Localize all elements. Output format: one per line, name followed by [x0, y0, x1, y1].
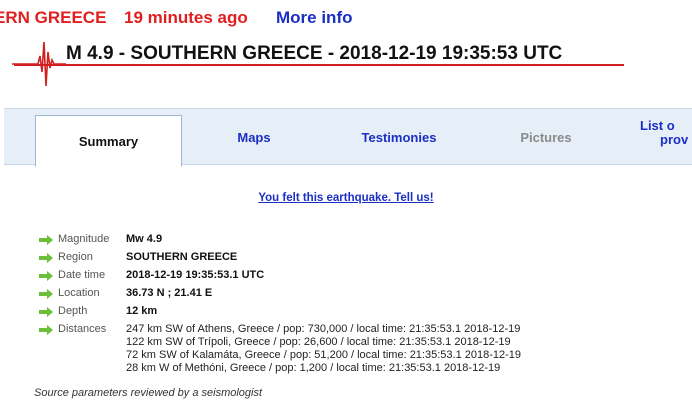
detail-row-magnitude: Magnitude Mw 4.9 [38, 233, 521, 251]
arrow-right-icon [39, 325, 53, 335]
distances-list: 247 km SW of Athens, Greece / pop: 730,0… [126, 323, 521, 375]
felt-link-container: You felt this earthquake. Tell us! [0, 188, 692, 206]
detail-value: SOUTHERN GREECE [126, 251, 238, 263]
tab-bar: Summary Maps Testimonies Pictures List o… [4, 108, 692, 167]
tab-summary-label: Summary [78, 133, 139, 149]
page-title: M 4.9 - SOUTHERN GREECE - 2018-12-19 19:… [66, 43, 563, 64]
detail-value: Mw 4.9 [126, 233, 163, 245]
detail-row-distances: Distances 247 km SW of Athens, Greece / … [38, 323, 521, 375]
arrow-right-icon [39, 289, 53, 299]
tab-maps[interactable]: Maps [194, 109, 314, 165]
detail-label: Region [58, 251, 93, 263]
tab-testimonies-label: Testimonies [361, 129, 437, 145]
detail-value: 36.73 N ; 21.41 E [126, 287, 213, 299]
distance-item: 72 km SW of Kalamáta, Greece / pop: 51,2… [126, 349, 522, 361]
arrow-right-icon [39, 253, 53, 263]
distance-item: 247 km SW of Athens, Greece / pop: 730,0… [126, 323, 521, 335]
felt-earthquake-link[interactable]: You felt this earthquake. Tell us! [258, 192, 433, 204]
tab-list-label-line2: prov [660, 132, 689, 147]
tab-pictures[interactable]: Pictures [486, 109, 606, 165]
detail-label: Date time [58, 269, 106, 281]
more-info-link[interactable]: More info [276, 8, 353, 28]
arrow-right-icon [39, 235, 53, 245]
arrow-right-icon [39, 271, 53, 281]
distance-item: 28 km W of Methóni, Greece / pop: 1,200 … [126, 362, 501, 374]
title-underline [14, 64, 624, 66]
detail-label: Location [58, 287, 100, 299]
source-note: Source parameters reviewed by a seismolo… [34, 387, 263, 399]
tab-testimonies[interactable]: Testimonies [334, 109, 464, 165]
detail-row-depth: Depth 12 km [38, 305, 521, 323]
detail-row-datetime: Date time 2018-12-19 19:35:53.1 UTC [38, 269, 521, 287]
detail-row-region: Region SOUTHERN GREECE [38, 251, 521, 269]
tab-list-label-line1: List o [640, 118, 675, 133]
ticker-time-ago: 19 minutes ago [124, 8, 248, 27]
detail-label: Depth [58, 305, 88, 317]
detail-row-location: Location 36.73 N ; 21.41 E [38, 287, 521, 305]
distance-item: 122 km SW of Trípoli, Greece / pop: 26,6… [126, 336, 511, 348]
tab-list-of-providers[interactable]: List o prov [640, 109, 692, 165]
tab-summary[interactable]: Summary [35, 115, 182, 167]
arrow-right-icon [39, 307, 53, 317]
event-details: Magnitude Mw 4.9 Region SOUTHERN GREECE … [38, 233, 521, 375]
ticker-region: ERN GREECE [0, 8, 107, 27]
detail-label: Distances [58, 323, 107, 335]
tab-maps-label: Maps [237, 129, 271, 145]
detail-label: Magnitude [58, 233, 110, 245]
detail-value: 2018-12-19 19:35:53.1 UTC [126, 269, 265, 281]
detail-value: 12 km [126, 305, 158, 317]
tab-pictures-label: Pictures [520, 129, 572, 145]
